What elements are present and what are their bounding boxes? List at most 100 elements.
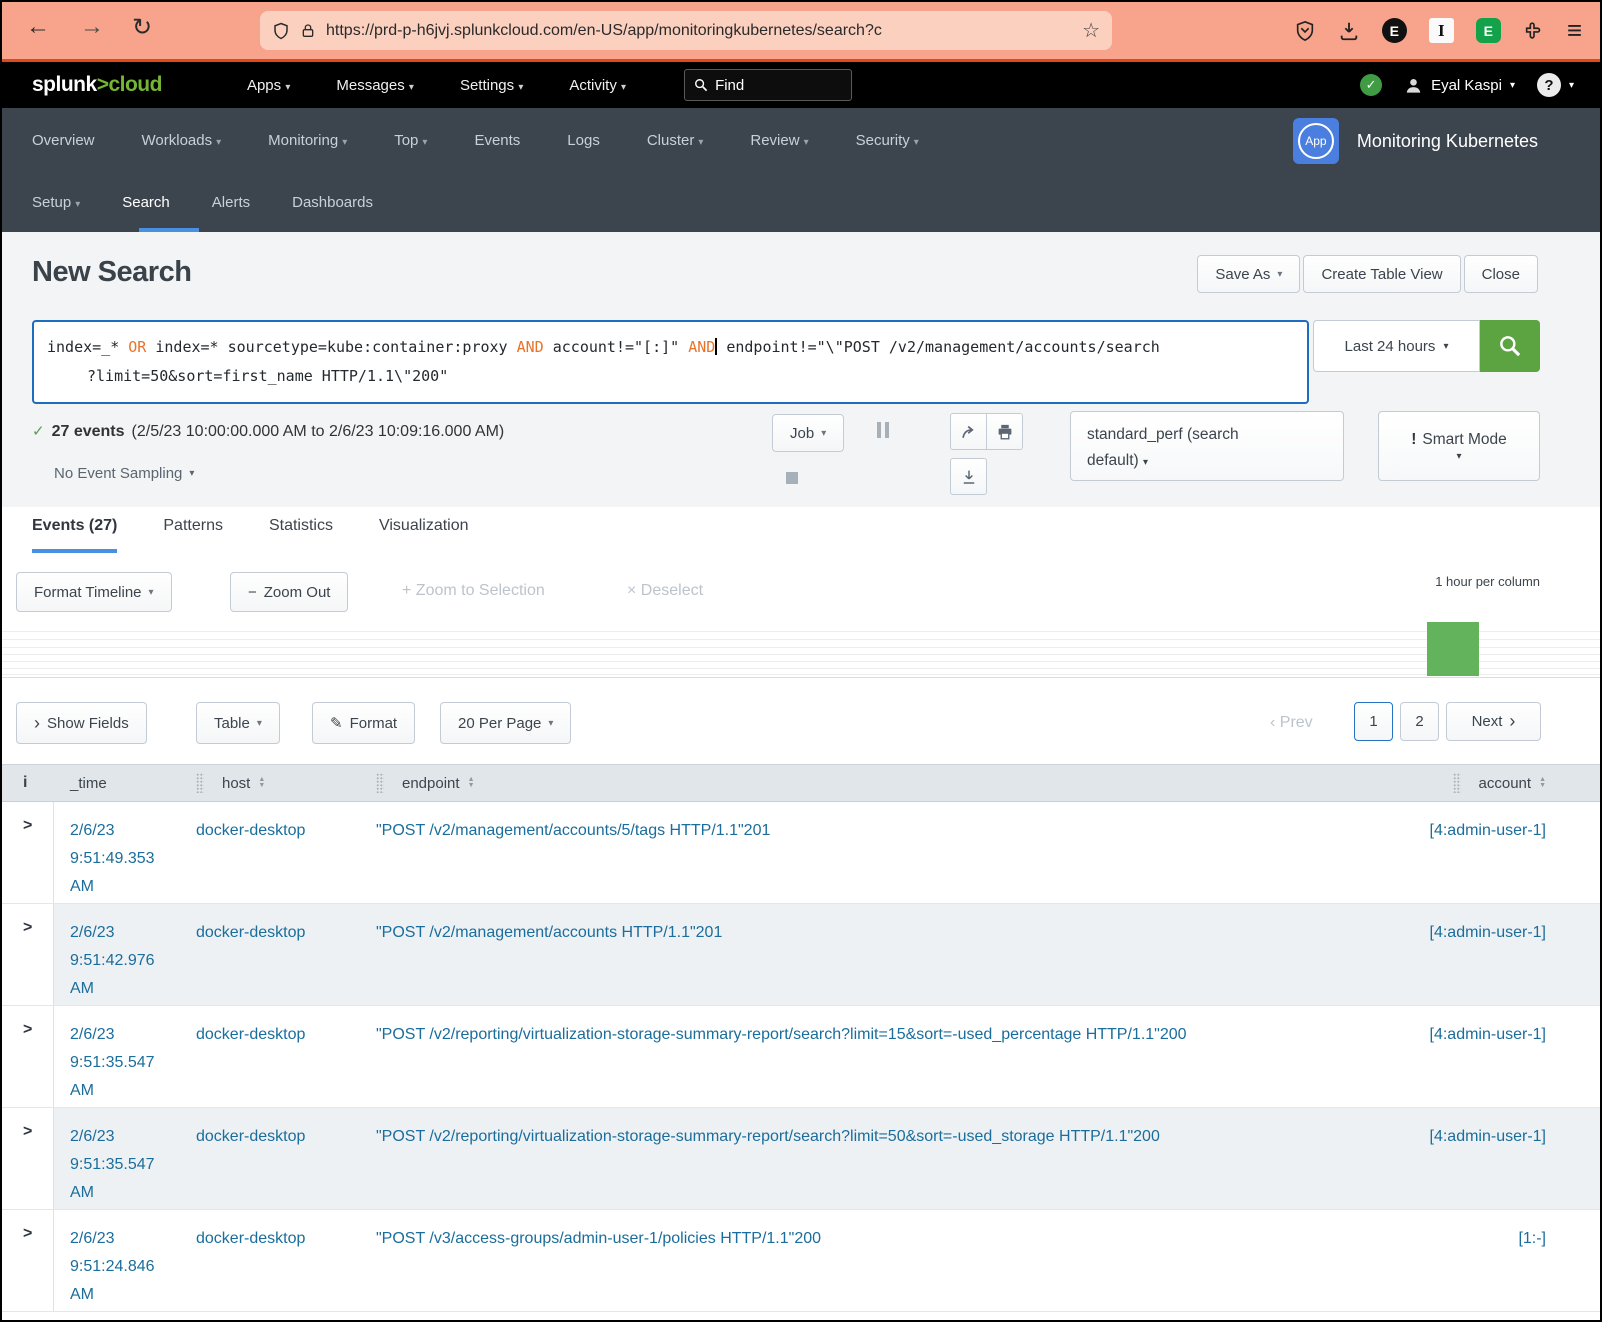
format-button[interactable]: ✎Format <box>312 702 415 744</box>
format-timeline-button[interactable]: Format Timeline▾ <box>16 572 172 612</box>
user-menu[interactable]: Eyal Kaspi ▾ <box>1404 76 1515 95</box>
subnav-setup[interactable]: Setup▾ <box>32 194 80 211</box>
show-fields-button[interactable]: ›Show Fields <box>16 702 147 744</box>
expand-row-icon[interactable]: > <box>2 802 54 903</box>
nav-monitoring[interactable]: Monitoring▾ <box>268 132 347 149</box>
expand-row-icon[interactable]: > <box>2 1006 54 1107</box>
cell-time[interactable]: 2/6/239:51:24.846AM <box>54 1210 196 1311</box>
cell-account[interactable]: [4:admin-user-1] <box>1395 1006 1600 1107</box>
cell-time[interactable]: 2/6/239:51:35.547AM <box>54 1108 196 1209</box>
stop-icon[interactable] <box>786 472 798 484</box>
time-range-picker[interactable]: Last 24 hours▾ <box>1313 320 1480 372</box>
search-query-input[interactable]: index=_* OR index=* sourcetype=kube:cont… <box>32 320 1309 404</box>
cell-host[interactable]: docker-desktop <box>196 802 376 903</box>
cell-endpoint[interactable]: "POST /v2/reporting/virtualization-stora… <box>376 1108 1395 1209</box>
nav-security[interactable]: Security▾ <box>856 132 919 149</box>
cell-host[interactable]: docker-desktop <box>196 1006 376 1107</box>
search-mode-selector[interactable]: standard_perf (search default) ▾ <box>1070 411 1344 481</box>
table-view-button[interactable]: Table▾ <box>196 702 280 744</box>
forward-icon[interactable]: → <box>80 13 104 41</box>
subnav-alerts[interactable]: Alerts <box>212 194 250 211</box>
extensions-puzzle-icon[interactable] <box>1523 20 1545 42</box>
reload-icon[interactable]: ↻ <box>132 13 152 42</box>
column-drag-handle[interactable] <box>376 773 384 793</box>
tab-patterns[interactable]: Patterns <box>163 517 223 553</box>
endpoint-column-header[interactable]: endpoint <box>402 775 460 792</box>
back-icon[interactable]: ← <box>26 13 50 41</box>
menu-hamburger-icon[interactable]: ≡ <box>1567 15 1582 46</box>
per-page-button[interactable]: 20 Per Page▾ <box>440 702 571 744</box>
status-ok-icon[interactable]: ✓ <box>1360 74 1382 96</box>
close-button[interactable]: Close <box>1464 255 1538 293</box>
page-1-button[interactable]: 1 <box>1354 702 1393 741</box>
create-table-view-button[interactable]: Create Table View <box>1303 255 1460 293</box>
bookmark-star-icon[interactable]: ☆ <box>1082 18 1100 43</box>
column-drag-handle[interactable] <box>1453 773 1461 793</box>
cell-time[interactable]: 2/6/239:51:49.353AM <box>54 802 196 903</box>
cell-host[interactable]: docker-desktop <box>196 1108 376 1209</box>
url-bar[interactable]: https://prd-p-h6jvj.splunkcloud.com/en-U… <box>260 11 1112 50</box>
sort-icon[interactable]: ▲▼ <box>1539 777 1546 789</box>
nav-review[interactable]: Review▾ <box>750 132 808 149</box>
expand-row-icon[interactable]: > <box>2 904 54 1005</box>
menu-apps[interactable]: Apps ▾ <box>247 77 290 94</box>
share-job-button[interactable] <box>950 413 987 450</box>
expand-row-icon[interactable]: > <box>2 1210 54 1311</box>
extension-i-icon[interactable]: I <box>1429 18 1454 43</box>
cell-endpoint[interactable]: "POST /v2/reporting/virtualization-stora… <box>376 1006 1395 1107</box>
cell-endpoint[interactable]: "POST /v3/access-groups/admin-user-1/pol… <box>376 1210 1395 1311</box>
job-menu-button[interactable]: Job▾ <box>772 414 844 452</box>
nav-overview[interactable]: Overview <box>32 132 95 149</box>
extension-e-green-icon[interactable]: E <box>1476 18 1501 43</box>
tab-statistics[interactable]: Statistics <box>269 517 333 553</box>
help-menu[interactable]: ? ▾ <box>1537 73 1574 97</box>
print-button[interactable] <box>986 413 1023 450</box>
search-button[interactable] <box>1480 320 1540 372</box>
cell-endpoint[interactable]: "POST /v2/management/accounts HTTP/1.1"2… <box>376 904 1395 1005</box>
zoom-out-button[interactable]: −Zoom Out <box>230 572 348 612</box>
menu-activity[interactable]: Activity ▾ <box>569 77 626 94</box>
nav-cluster[interactable]: Cluster▾ <box>647 132 704 149</box>
cell-account[interactable]: [4:admin-user-1] <box>1395 904 1600 1005</box>
nav-top[interactable]: Top▾ <box>394 132 427 149</box>
nav-logs[interactable]: Logs <box>567 132 600 149</box>
tab-events[interactable]: Events (27) <box>32 517 117 553</box>
host-column-header[interactable]: host <box>222 775 250 792</box>
page-2-button[interactable]: 2 <box>1400 702 1439 741</box>
extension-e-dark-icon[interactable]: E <box>1382 18 1407 43</box>
pause-icon[interactable] <box>877 422 889 438</box>
cell-endpoint[interactable]: "POST /v2/management/accounts/5/tags HTT… <box>376 802 1395 903</box>
next-page-button[interactable]: Next› <box>1446 702 1541 741</box>
event-sampling-menu[interactable]: No Event Sampling▾ <box>54 465 194 482</box>
find-input[interactable]: Find <box>684 69 852 101</box>
nav-workloads[interactable]: Workloads▾ <box>142 132 222 149</box>
cell-time[interactable]: 2/6/239:51:42.976AM <box>54 904 196 1005</box>
expand-row-icon[interactable]: > <box>2 1108 54 1209</box>
account-column-header[interactable]: account <box>1479 775 1532 792</box>
timeline-bar[interactable] <box>1427 622 1479 676</box>
sort-icon[interactable]: ▲▼ <box>468 777 475 789</box>
cell-time[interactable]: 2/6/239:51:35.547AM <box>54 1006 196 1107</box>
smart-mode-selector[interactable]: !Smart Mode ▾ <box>1378 411 1540 481</box>
tab-visualization[interactable]: Visualization <box>379 517 469 553</box>
subnav-search[interactable]: Search <box>122 194 170 211</box>
url-text[interactable]: https://prd-p-h6jvj.splunkcloud.com/en-U… <box>326 22 1076 40</box>
nav-events[interactable]: Events <box>474 132 520 149</box>
cell-account[interactable]: [4:admin-user-1] <box>1395 802 1600 903</box>
time-column-header[interactable]: _time <box>70 775 107 792</box>
export-button[interactable] <box>950 458 987 495</box>
pocket-icon[interactable] <box>1294 20 1316 42</box>
menu-messages[interactable]: Messages ▾ <box>336 77 414 94</box>
cell-account[interactable]: [1:-] <box>1395 1210 1600 1311</box>
cell-host[interactable]: docker-desktop <box>196 904 376 1005</box>
menu-settings[interactable]: Settings ▾ <box>460 77 523 94</box>
cell-account[interactable]: [4:admin-user-1] <box>1395 1108 1600 1209</box>
splunk-cloud-logo[interactable]: splunk>cloud <box>32 73 162 97</box>
column-drag-handle[interactable] <box>196 773 204 793</box>
events-timeline-chart[interactable] <box>2 614 1600 678</box>
subnav-dashboards[interactable]: Dashboards <box>292 194 373 211</box>
sort-icon[interactable]: ▲▼ <box>258 777 265 789</box>
save-as-button[interactable]: Save As▾ <box>1197 255 1300 293</box>
cell-host[interactable]: docker-desktop <box>196 1210 376 1311</box>
download-icon[interactable] <box>1338 20 1360 42</box>
